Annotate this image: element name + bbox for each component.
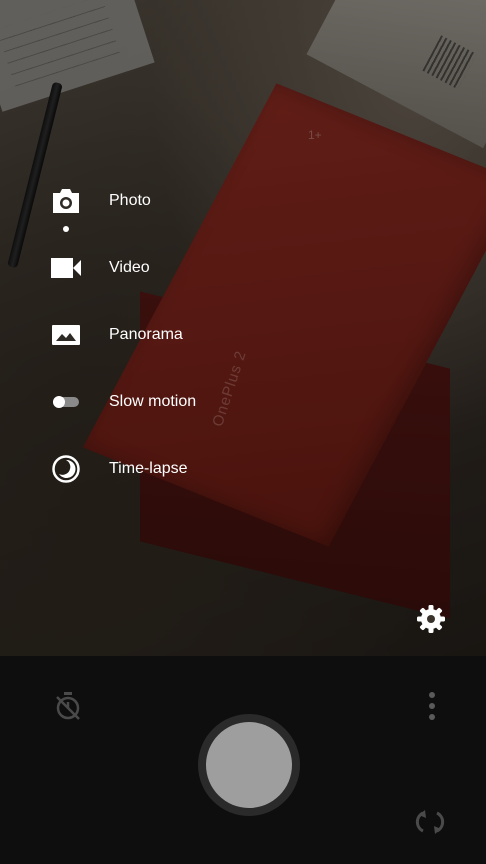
mode-label-time-lapse: Time-lapse — [109, 460, 188, 477]
gear-icon — [416, 604, 446, 639]
mode-slow-motion[interactable]: Slow motion — [0, 377, 240, 427]
mode-time-lapse[interactable]: Time-lapse — [0, 444, 240, 494]
camera-control-bar — [0, 656, 486, 864]
video-camera-icon — [50, 252, 82, 284]
more-options-button[interactable] — [418, 690, 446, 726]
camera-screen: 1+ OnePlus 2 Photo Video Panorama Slow m… — [0, 0, 486, 864]
shutter-button-inner — [206, 722, 292, 808]
mode-label-video: Video — [109, 259, 150, 276]
mode-label-panorama: Panorama — [109, 326, 183, 343]
mode-label-photo: Photo — [109, 192, 151, 209]
mode-panorama[interactable]: Panorama — [0, 310, 240, 360]
shutter-button[interactable] — [198, 714, 300, 816]
time-lapse-icon — [50, 453, 82, 485]
panorama-icon — [50, 319, 82, 351]
camera-icon — [50, 185, 82, 217]
timer-button[interactable] — [52, 691, 84, 726]
selected-mode-indicator — [63, 226, 69, 232]
slow-motion-icon — [50, 386, 82, 418]
mode-label-slow-motion: Slow motion — [109, 393, 197, 410]
switch-camera-icon — [415, 809, 445, 840]
mode-photo[interactable]: Photo — [0, 176, 240, 232]
more-vertical-icon — [428, 691, 436, 726]
switch-camera-button[interactable] — [412, 806, 448, 842]
mode-video[interactable]: Video — [0, 243, 240, 293]
timer-off-icon — [54, 691, 82, 726]
settings-button[interactable] — [414, 604, 448, 638]
